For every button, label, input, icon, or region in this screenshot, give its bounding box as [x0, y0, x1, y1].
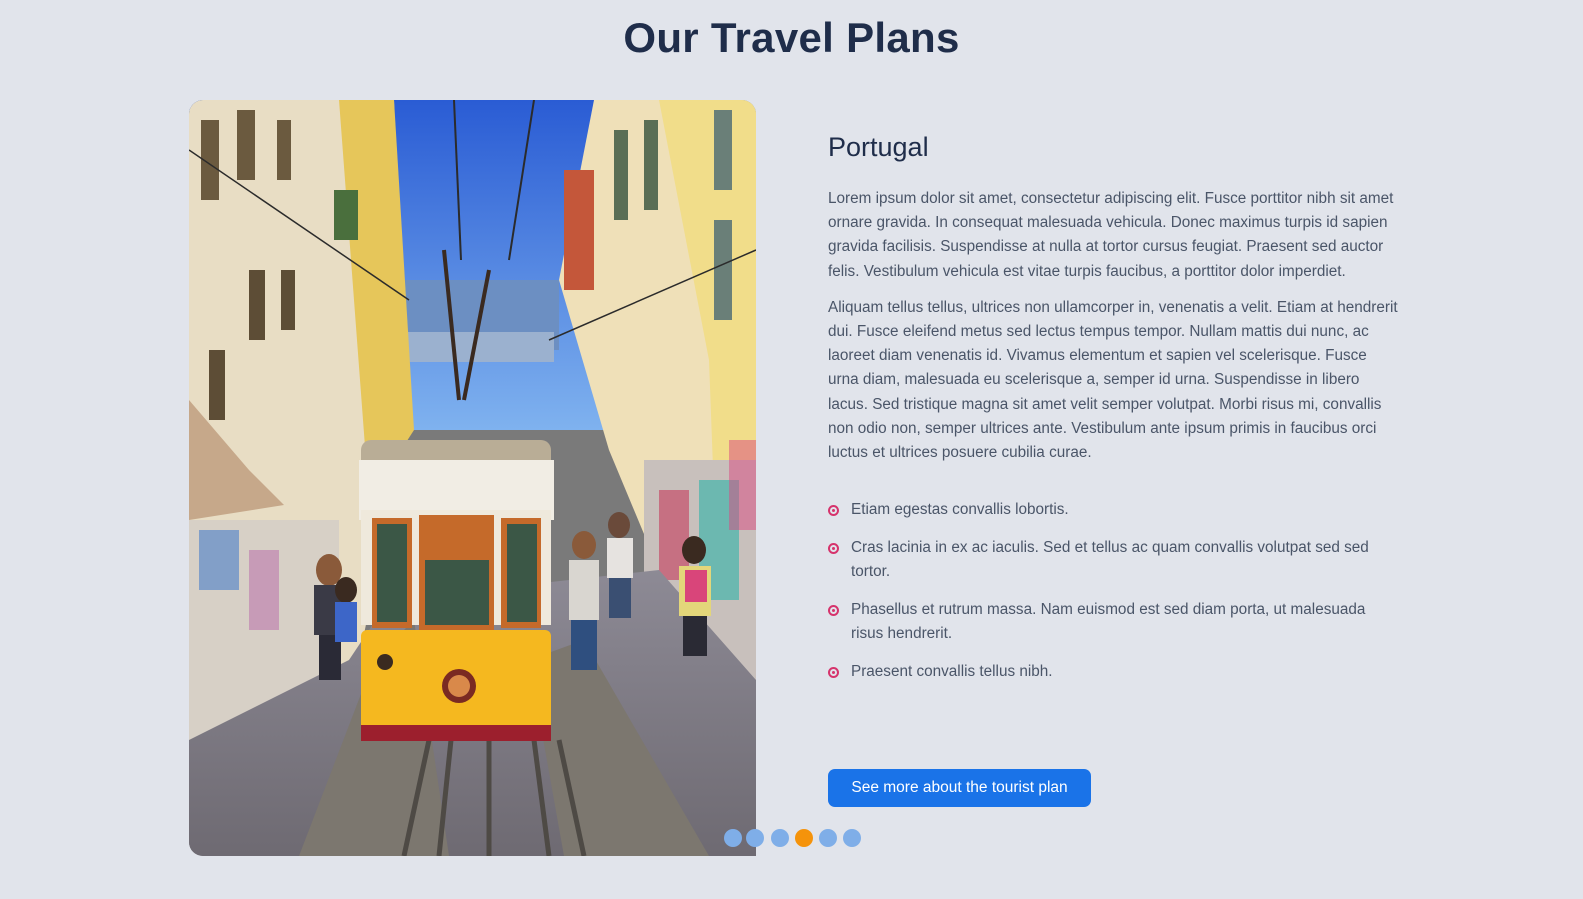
feature-list: Etiam egestas convallis lobortis. Cras l…: [828, 498, 1400, 684]
bullet-icon: [828, 542, 839, 554]
list-item: Etiam egestas convallis lobortis.: [828, 498, 1400, 522]
list-item-text: Phasellus et rutrum massa. Nam euismod e…: [851, 600, 1366, 643]
carousel-dot-2[interactable]: [746, 829, 764, 847]
destination-title: Portugal: [828, 132, 929, 162]
carousel-dot-6[interactable]: [843, 829, 861, 847]
carousel-dot-4[interactable]: [795, 829, 813, 847]
list-item: Cras lacinia in ex ac iaculis. Sed et te…: [828, 536, 1400, 584]
list-item-text: Praesent convallis tellus nibh.: [851, 662, 1053, 680]
list-item: Praesent convallis tellus nibh.: [828, 660, 1400, 684]
description-paragraph: Aliquam tellus tellus, ultrices non ulla…: [828, 298, 1398, 462]
destination-photo: [189, 100, 756, 856]
description-paragraph: Lorem ipsum dolor sit amet, consectetur …: [828, 190, 1394, 280]
page-title: Our Travel Plans: [623, 14, 960, 61]
list-item-text: Cras lacinia in ex ac iaculis. Sed et te…: [851, 538, 1369, 581]
list-item: Phasellus et rutrum massa. Nam euismod e…: [828, 598, 1400, 646]
bullet-icon: [828, 666, 839, 678]
see-more-button[interactable]: See more about the tourist plan: [828, 769, 1091, 807]
bullet-icon: [828, 604, 839, 616]
carousel-dot-1[interactable]: [724, 829, 742, 847]
destination-details: Portugal Lorem ipsum dolor sit amet, con…: [828, 132, 1400, 697]
list-item-text: Etiam egestas convallis lobortis.: [851, 501, 1069, 519]
carousel-dot-5[interactable]: [819, 829, 837, 847]
bullet-icon: [828, 505, 839, 517]
carousel-dot-3[interactable]: [771, 829, 789, 847]
